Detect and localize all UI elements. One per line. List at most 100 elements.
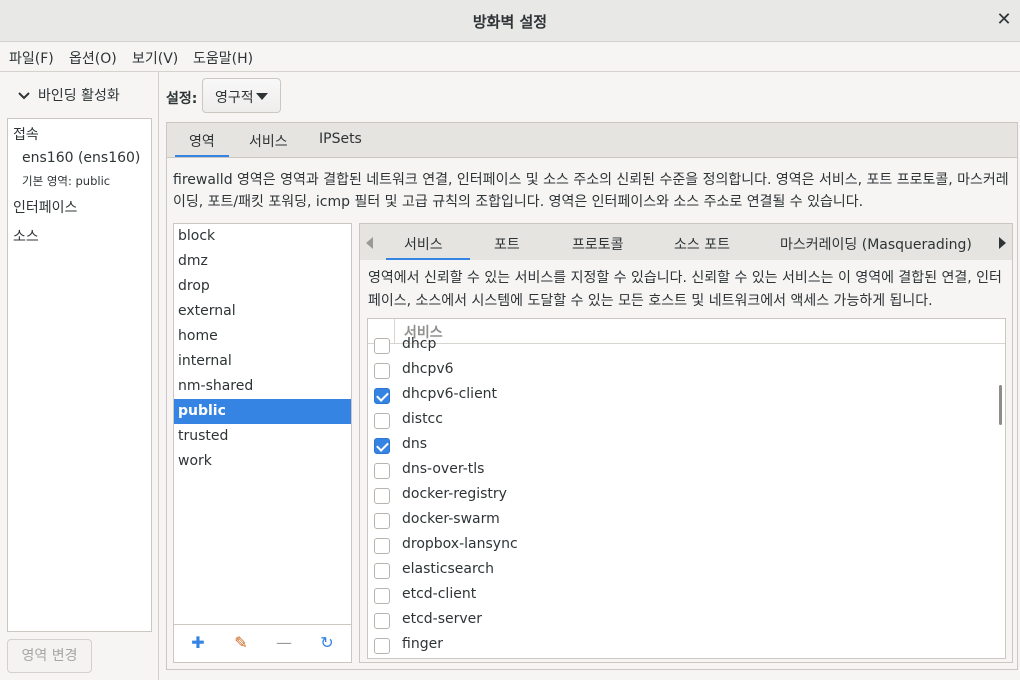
table-row[interactable]: distcc [368, 409, 1005, 434]
zone-item[interactable]: internal [174, 349, 351, 374]
tab-ipsets[interactable]: IPSets [319, 131, 362, 147]
services-description-line-2: 페이스, 소스에서 시스템에 도달할 수 있는 모든 호스트 및 네트워크에서 … [368, 293, 933, 309]
zone-name: drop [178, 278, 210, 294]
table-row[interactable]: dhcpv6-client [368, 384, 1005, 409]
edit-icon[interactable]: ✎ [233, 635, 249, 651]
menu-help[interactable]: 도움말(H) [193, 48, 253, 68]
service-checkbox[interactable] [374, 463, 390, 479]
table-row[interactable]: etcd-client [368, 584, 1005, 609]
service-checkbox[interactable] [374, 363, 390, 379]
scroll-left-icon[interactable] [366, 237, 373, 249]
service-name: docker-registry [402, 486, 507, 502]
menu-view[interactable]: 보기(V) [132, 48, 178, 68]
service-checkbox[interactable] [374, 488, 390, 504]
table-row[interactable]: dns [368, 434, 1005, 459]
table-row[interactable]: finger [368, 634, 1005, 658]
change-zone-button[interactable]: 영역 변경 [7, 639, 92, 673]
services-table: 서비스 dhcp dhcpv6 dhcpv6-client distcc dns dns-… [367, 318, 1006, 659]
remove-icon[interactable]: — [276, 635, 292, 651]
main-tabs: 영역 서비스 IPSets [166, 122, 1018, 158]
zone-name: nm-shared [178, 378, 254, 394]
table-row[interactable]: dropbox-lansync [368, 534, 1005, 559]
binding-list: 접속 ens160 (ens160) 기본 영역: public 인터페이스 소… [7, 118, 152, 632]
service-checkbox[interactable] [374, 513, 390, 529]
service-checkbox[interactable] [374, 563, 390, 579]
chevron-down-icon [18, 89, 32, 103]
zone-item-selected[interactable]: public [174, 399, 351, 424]
tab-services[interactable]: 서비스 [249, 131, 288, 151]
table-row[interactable]: docker-swarm [368, 509, 1005, 534]
service-name: dropbox-lansync [402, 536, 518, 552]
zones-pane: firewalld 영역은 영역과 결합된 네트워크 연결, 인터페이스 및 소… [166, 157, 1018, 670]
configuration-label: 설정: [166, 91, 198, 107]
zone-name: internal [178, 353, 232, 369]
service-checkbox-checked[interactable] [374, 438, 390, 454]
service-name: distcc [402, 411, 443, 427]
scroll-right-icon[interactable] [999, 237, 1006, 249]
subtab-ports[interactable]: 포트 [494, 234, 520, 254]
configuration-dropdown[interactable]: 영구적 [202, 78, 281, 113]
zone-name: external [178, 303, 236, 319]
tab-zones[interactable]: 영역 [189, 131, 215, 151]
sources-header[interactable]: 소스 [13, 226, 39, 246]
zone-name: home [178, 328, 218, 344]
scrollbar[interactable] [999, 385, 1002, 425]
zone-list: block dmz drop external home internal nm… [173, 223, 352, 625]
service-name: elasticsearch [402, 561, 494, 577]
table-row[interactable]: dns-over-tls [368, 459, 1005, 484]
window-title: 방화벽 설정 [472, 13, 548, 31]
zone-item[interactable]: nm-shared [174, 374, 351, 399]
title-bar: 방화벽 설정 ✕ [0, 0, 1020, 42]
zone-item[interactable]: drop [174, 274, 351, 299]
zone-sub-tabs: 서비스 포트 프로토콜 소스 포트 마스커레이딩 (Masquerading) [359, 223, 1013, 261]
subtab-masquerading[interactable]: 마스커레이딩 (Masquerading) [780, 234, 972, 254]
menu-bar: 파일(F) 옵션(O) 보기(V) 도움말(H) [0, 42, 1020, 72]
zone-name: public [178, 403, 226, 419]
service-name: docker-swarm [402, 511, 500, 527]
subtab-services[interactable]: 서비스 [404, 234, 443, 254]
service-name: dns [402, 436, 428, 452]
menu-options[interactable]: 옵션(O) [69, 48, 117, 68]
services-pane: 영역에서 신뢰할 수 있는 서비스를 지정할 수 있습니다. 신뢰할 수 있는 … [359, 260, 1013, 663]
table-row[interactable]: dhcpv6 [368, 359, 1005, 384]
table-row[interactable]: dhcp [368, 334, 1005, 359]
close-icon[interactable]: ✕ [994, 10, 1014, 30]
zone-item[interactable]: home [174, 324, 351, 349]
zone-description-line-2: 이딩, 포트/패킷 포워딩, icmp 필터 및 고급 규칙의 조합입니다. 영… [173, 194, 864, 210]
binding-toggle-label: 바인딩 활성화 [38, 88, 120, 104]
binding-toggle[interactable]: 바인딩 활성화 [18, 85, 120, 105]
service-name: dhcpv6 [402, 361, 454, 377]
service-name: etcd-client [402, 586, 477, 602]
service-name: dhcp [402, 336, 437, 352]
zone-item[interactable]: trusted [174, 424, 351, 449]
zone-item[interactable]: dmz [174, 249, 351, 274]
service-checkbox[interactable] [374, 338, 390, 354]
service-checkbox[interactable] [374, 538, 390, 554]
sidebar: 바인딩 활성화 접속 ens160 (ens160) 기본 영역: public… [0, 72, 159, 680]
subtab-source-ports[interactable]: 소스 포트 [674, 234, 730, 254]
table-row[interactable]: docker-registry [368, 484, 1005, 509]
menu-file[interactable]: 파일(F) [9, 48, 54, 68]
connection-item[interactable]: ens160 (ens160) [22, 150, 140, 166]
service-name: finger [402, 636, 443, 652]
service-checkbox[interactable] [374, 638, 390, 654]
load-defaults-icon[interactable]: ↻ [319, 635, 335, 651]
service-name: dhcpv6-client [402, 386, 498, 402]
subtab-protocols[interactable]: 프로토콜 [572, 234, 624, 254]
zone-description-line-1: firewalld 영역은 영역과 결합된 네트워크 연결, 인터페이스 및 소… [173, 172, 1009, 188]
service-checkbox-checked[interactable] [374, 388, 390, 404]
zone-name: work [178, 453, 212, 469]
connections-header: 접속 [13, 127, 39, 143]
service-name: dns-over-tls [402, 461, 485, 477]
table-row[interactable]: elasticsearch [368, 559, 1005, 584]
service-checkbox[interactable] [374, 588, 390, 604]
interfaces-header[interactable]: 인터페이스 [13, 197, 77, 217]
zone-item[interactable]: work [174, 449, 351, 474]
service-checkbox[interactable] [374, 413, 390, 429]
zone-item[interactable]: block [174, 224, 351, 249]
add-icon[interactable]: ✚ [190, 635, 206, 651]
service-checkbox[interactable] [374, 613, 390, 629]
service-name: etcd-server [402, 611, 483, 627]
table-row[interactable]: etcd-server [368, 609, 1005, 634]
zone-item[interactable]: external [174, 299, 351, 324]
